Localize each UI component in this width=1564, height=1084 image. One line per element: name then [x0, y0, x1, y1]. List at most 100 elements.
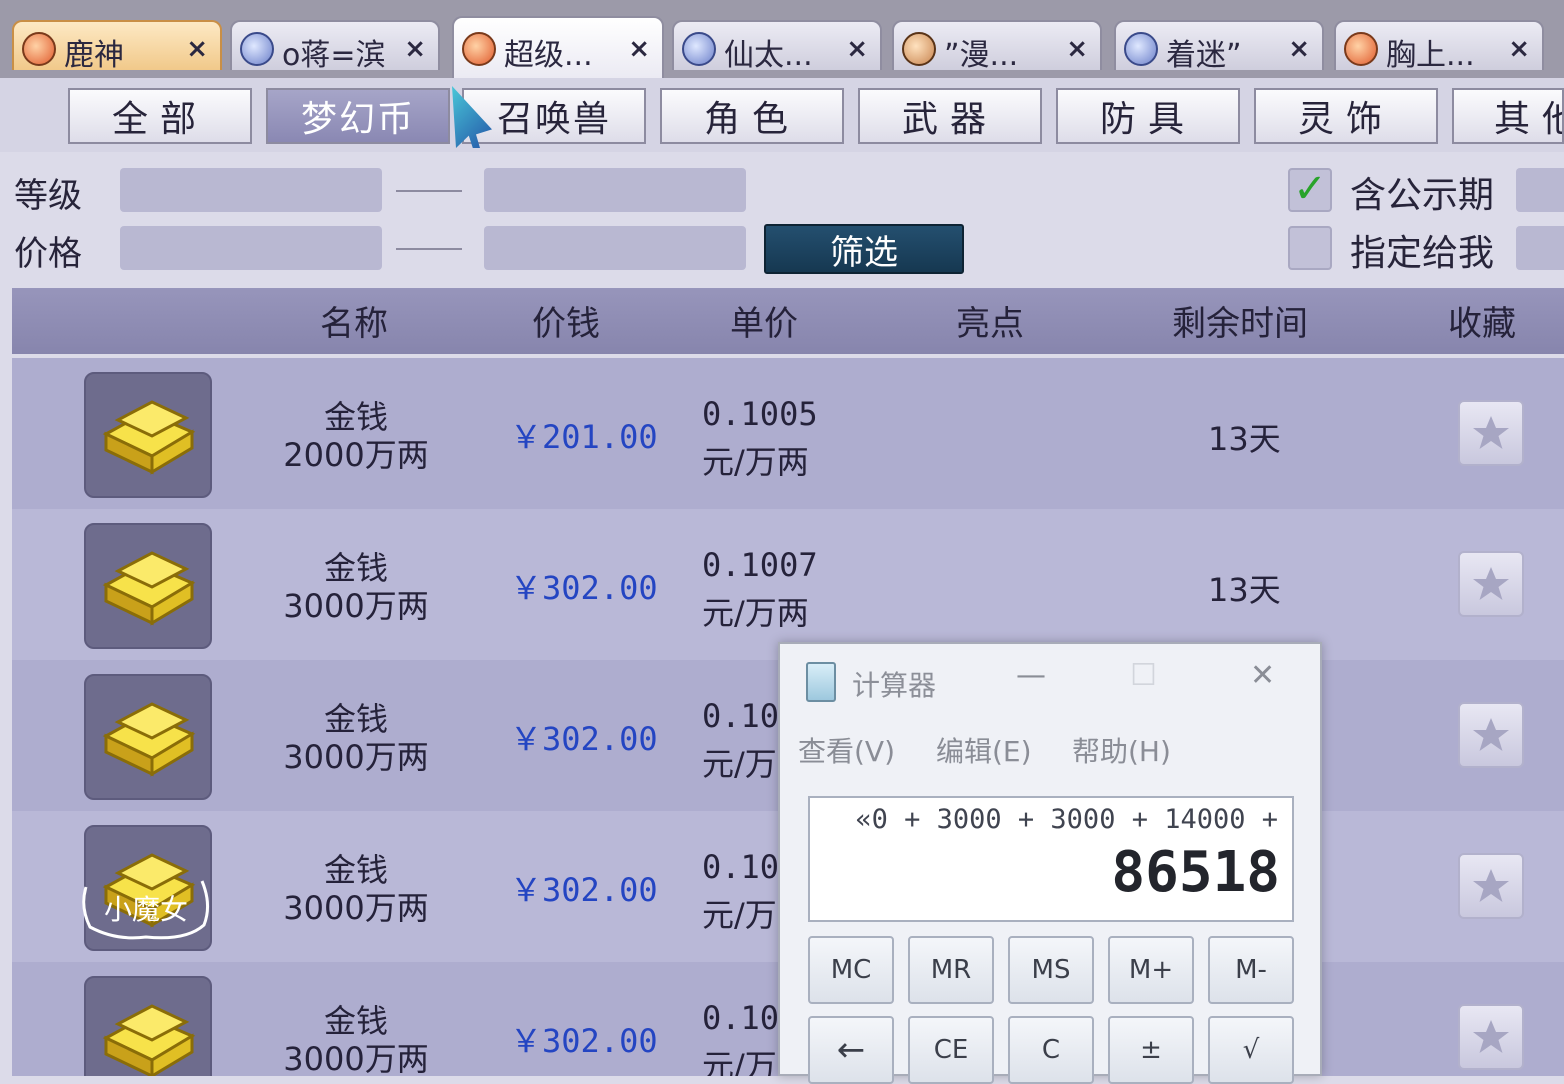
character-avatar-icon: [682, 32, 716, 66]
table-header: 名称 价钱 单价 亮点 剩余时间 收藏: [12, 288, 1564, 354]
favorite-button[interactable]: [1458, 702, 1524, 768]
filter-button[interactable]: 筛选: [764, 224, 964, 274]
category-bar: 全部 梦幻币 召唤兽 角色 武器 防具 灵饰 其他: [0, 78, 1564, 152]
key-m-minus[interactable]: M-: [1208, 936, 1294, 1004]
item-unit-price: 0.10 元/万: [702, 843, 779, 939]
item-name-line2: 3000万两: [283, 738, 429, 776]
minimize-button[interactable]: —: [1016, 658, 1046, 693]
key-m-plus[interactable]: M+: [1108, 936, 1194, 1004]
unit-price-unit: 元/万两: [702, 594, 809, 632]
item-name-line1: 金钱: [323, 700, 388, 738]
gold-bars-icon: [84, 674, 212, 800]
column-header-highlights: 亮点: [956, 304, 1024, 344]
gold-bars-icon: [84, 372, 212, 498]
star-icon: [1473, 1020, 1509, 1053]
item-name-line1: 金钱: [323, 398, 388, 436]
column-header-unit-price[interactable]: 单价: [730, 296, 798, 345]
item-name: 金钱 2000万两: [266, 398, 446, 474]
close-icon[interactable]: ×: [846, 34, 868, 64]
key-c[interactable]: C: [1008, 1016, 1094, 1084]
key-plus-minus[interactable]: ±: [1108, 1016, 1194, 1084]
calculator-window[interactable]: 计算器 — ☐ ✕ 查看(V) 编辑(E) 帮助(H) «0 + 3000 + …: [778, 642, 1322, 1084]
item-name-line1: 金钱: [323, 1002, 388, 1040]
star-icon: [1473, 416, 1509, 449]
remaining-time: 13天: [1208, 420, 1281, 458]
gold-bars-icon: [84, 976, 212, 1076]
menu-help[interactable]: 帮助(H): [1072, 730, 1171, 770]
close-icon[interactable]: ×: [628, 34, 650, 64]
item-price: ￥201.00: [510, 418, 658, 456]
public-period-checkbox[interactable]: ✓: [1288, 168, 1332, 212]
category-other[interactable]: 其他: [1452, 88, 1564, 144]
category-all[interactable]: 全部: [68, 88, 252, 144]
character-avatar-icon: [902, 32, 936, 66]
tab-1[interactable]: 鹿神 ×: [12, 20, 222, 73]
column-header-name[interactable]: 名称: [320, 296, 388, 345]
tab-7[interactable]: 胸上... ×: [1334, 20, 1544, 73]
unit-price-unit: 元/万: [702, 1047, 777, 1076]
unit-price-value: 0.1005: [702, 395, 818, 433]
key-backspace[interactable]: ←: [808, 1016, 894, 1084]
key-sqrt[interactable]: √: [1208, 1016, 1294, 1084]
table-row[interactable]: 金钱 3000万两 ￥302.00 0.1007 元/万两 13天: [12, 509, 1564, 660]
maximize-button[interactable]: ☐: [1130, 658, 1157, 693]
favorite-button[interactable]: [1458, 853, 1524, 919]
unit-price-value: 0.10: [702, 848, 780, 886]
item-unit-price: 0.1005 元/万两: [702, 390, 818, 486]
category-accessory[interactable]: 灵饰: [1254, 88, 1438, 144]
item-name-line2: 3000万两: [283, 889, 429, 927]
watermark-text: 小魔女: [104, 893, 188, 926]
close-icon[interactable]: ×: [404, 34, 426, 64]
checkmark-icon: ✓: [1293, 166, 1327, 212]
level-min-input[interactable]: [120, 168, 382, 212]
tab-label: 胸上...: [1386, 38, 1475, 73]
tab-3-active[interactable]: 超级... ×: [452, 16, 664, 78]
menu-edit[interactable]: 编辑(E): [936, 730, 1032, 770]
character-avatar-icon: [240, 32, 274, 66]
star-icon: [1473, 869, 1509, 902]
close-icon[interactable]: ×: [1288, 34, 1310, 64]
column-header-price[interactable]: 价钱: [532, 296, 600, 345]
unit-price-value: 0.10: [702, 697, 780, 735]
tab-4[interactable]: 仙太... ×: [672, 20, 882, 73]
item-price: ￥302.00: [510, 720, 658, 758]
menu-view[interactable]: 查看(V): [798, 730, 895, 770]
key-ms[interactable]: MS: [1008, 936, 1094, 1004]
tab-label: ”漫...: [944, 38, 1019, 73]
category-character[interactable]: 角色: [660, 88, 844, 144]
favorite-button[interactable]: [1458, 551, 1524, 617]
sort-dropdown[interactable]: [1516, 168, 1564, 212]
close-button[interactable]: ✕: [1250, 658, 1275, 693]
category-game-currency[interactable]: 梦幻币: [266, 88, 450, 144]
column-header-favorite: 收藏: [1448, 304, 1516, 344]
price-max-input[interactable]: [484, 226, 746, 270]
close-icon[interactable]: ×: [186, 34, 208, 64]
item-name: 金钱 3000万两: [266, 1002, 446, 1076]
category-summon-beast[interactable]: 召唤兽: [462, 88, 646, 144]
key-ce[interactable]: CE: [908, 1016, 994, 1084]
tab-6[interactable]: 着迷” ×: [1114, 20, 1324, 73]
calculator-result: 86518: [1111, 840, 1280, 905]
range-dash: [396, 248, 462, 250]
sort-dropdown-2[interactable]: [1516, 226, 1564, 270]
close-icon[interactable]: ×: [1508, 34, 1530, 64]
column-header-remaining-time[interactable]: 剩余时间: [1172, 296, 1308, 345]
favorite-button[interactable]: [1458, 1004, 1524, 1070]
item-unit-price: 0.1007 元/万两: [702, 541, 818, 637]
level-max-input[interactable]: [484, 168, 746, 212]
item-name: 金钱 3000万两: [266, 549, 446, 625]
key-mr[interactable]: MR: [908, 936, 994, 1004]
key-mc[interactable]: MC: [808, 936, 894, 1004]
item-name-line1: 金钱: [323, 549, 388, 587]
price-label: 价格: [14, 234, 82, 274]
price-min-input[interactable]: [120, 226, 382, 270]
close-icon[interactable]: ×: [1066, 34, 1088, 64]
item-name: 金钱 3000万两: [266, 851, 446, 927]
category-armor[interactable]: 防具: [1056, 88, 1240, 144]
tab-5[interactable]: ”漫... ×: [892, 20, 1102, 73]
table-row[interactable]: 金钱 2000万两 ￥201.00 0.1005 元/万两 13天: [12, 358, 1564, 509]
category-weapon[interactable]: 武器: [858, 88, 1042, 144]
assigned-to-me-checkbox[interactable]: [1288, 226, 1332, 270]
favorite-button[interactable]: [1458, 400, 1524, 466]
tab-2[interactable]: o蒋=滨 ×: [230, 20, 440, 73]
